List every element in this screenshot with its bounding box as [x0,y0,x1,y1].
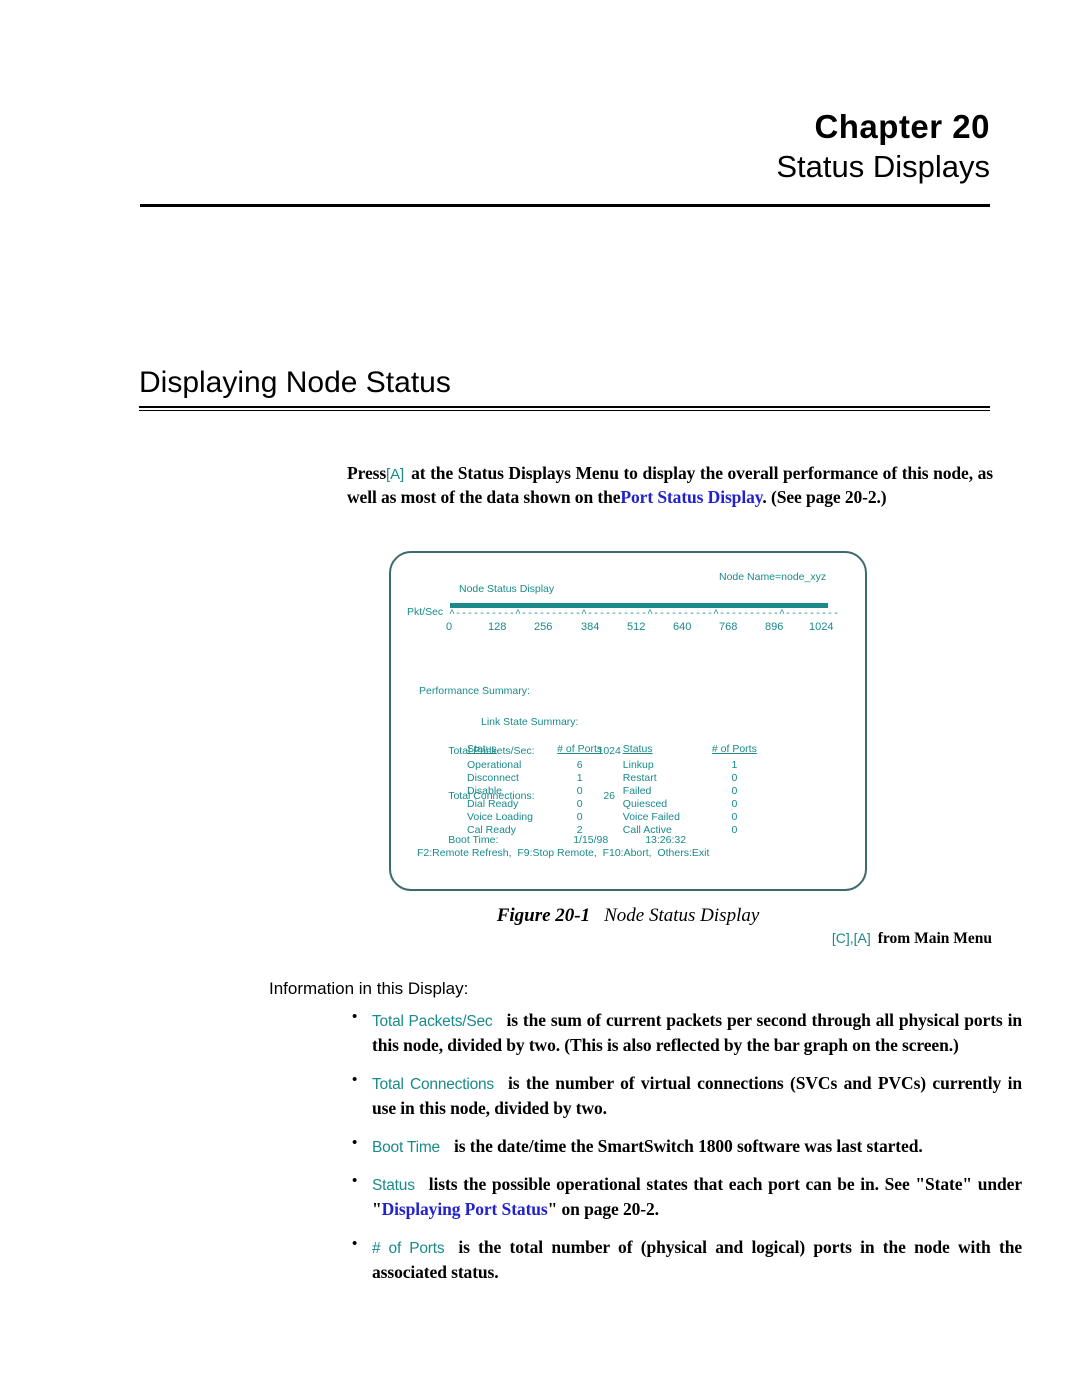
bullet-text: is the total number of (physical and log… [372,1236,1022,1282]
ports-cell: 1 [576,771,583,784]
table-gap [612,797,623,810]
document-page: Chapter 20 Status Displays Displaying No… [0,0,1080,1397]
list-item: # of Portsis the total number of (physic… [346,1234,1022,1285]
performance-summary-heading: Performance Summary: [419,685,530,698]
table-row: Disable 0 Failed 0 [467,784,767,797]
status-cell: Restart [622,771,657,784]
bullet-term: Total Connections [372,1075,494,1093]
packets-per-sec-bar [450,603,828,608]
figure-navigation-note: [C],[A] from Main Menu [620,930,992,948]
function-key-bar: F2:Remote Refresh, F9:Stop Remote, F10:A… [417,847,710,859]
terminal-screen: Node Name=node_xyz Node Status Display P… [389,551,867,891]
table-gap [612,784,623,797]
status-cell: Dial Ready [467,797,519,810]
chapter-header: Chapter 20 Status Displays [130,108,990,185]
status-cell: Voice Failed [622,810,680,823]
ports-cell: 0 [731,823,738,836]
status-cell: Operational [467,758,522,771]
table-row: Operational 6 Linkup 1 [467,758,767,771]
ports-cell: 6 [576,758,583,771]
scale-label: 896 [765,621,784,633]
page-title: Displaying Node Status [139,366,451,399]
section-divider [139,406,990,411]
status-cell: Disconnect [467,771,519,784]
ports-cell: 2 [576,823,583,836]
table-gap [612,823,623,836]
figure-caption: Figure 20-1 Node Status Display [389,905,867,927]
bullet-term: # of Ports [372,1239,445,1257]
table-gap [612,758,623,771]
figure-number: Figure 20-1 [496,905,591,926]
scale-label: 1024 [809,621,834,633]
link-state-summary-heading: Link State Summary: [481,716,579,728]
ports-cell: 1 [731,758,738,771]
terminal-display-title: Node Status Display [459,583,555,595]
chapter-number: Chapter 20 [814,108,990,145]
column-header-ports-right: # of Ports [711,743,757,755]
ports-cell: 0 [576,810,583,823]
status-cell: Failed [622,784,652,797]
status-cell: Call Active [622,823,672,836]
status-cell: Quiesced [622,797,668,810]
scale-label: 256 [534,621,553,633]
scale-label: 768 [719,621,738,633]
ports-cell: 0 [731,784,738,797]
ports-cell: 0 [731,771,738,784]
chapter-title: Status Displays [776,149,990,185]
table-header-row: Status # of Ports Status # of Ports [467,743,767,758]
intro-text-1: Press [347,462,387,483]
list-item: Total Packets/Secis the sum of current p… [346,1007,1022,1058]
key-a-badge: [A] [386,465,405,483]
intro-paragraph: Press[A] at the Status Displays Menu to d… [347,461,993,511]
column-header-ports-left: # of Ports [557,743,603,755]
list-item: Total Connectionsis the number of virtua… [346,1070,1022,1121]
link-state-summary-table: Status # of Ports Status # of Ports Oper… [467,743,767,836]
table-gap [612,743,623,758]
information-bullet-list: Total Packets/Secis the sum of current p… [346,1007,1022,1297]
intro-text-3: . (See page 20-2.) [762,487,887,508]
figure-from-label: from Main Menu [877,930,992,947]
scale-label: 512 [627,621,646,633]
bar-axis-ticks: ^----------^----------^----------^------… [449,609,839,620]
table-row: Disconnect 1 Restart 0 [467,771,767,784]
table-row: Cal Ready 2 Call Active 0 [467,823,767,836]
ports-cell: 0 [731,797,738,810]
information-lead: Information in this Display: [269,979,469,998]
status-cell: Cal Ready [467,823,517,836]
bar-axis-label: Pkt/Sec [407,606,444,618]
list-item: Statuslists the possible operational sta… [346,1171,1022,1222]
performance-row: Total Packets/Sec: 1024 [419,729,686,757]
ports-cell: 0 [576,784,583,797]
table-gap [612,810,623,823]
bullet-term: Boot Time [372,1138,440,1156]
column-header-status-left: Status [467,743,497,755]
menu-keys-badge: [C],[A] [831,930,871,946]
status-cell: Linkup [622,758,654,771]
chapter-divider [140,204,990,207]
column-header-status-right: Status [622,743,653,755]
ports-cell: 0 [576,797,583,810]
bullet-term: Total Packets/Sec [372,1013,493,1030]
ports-cell: 0 [731,810,738,823]
status-cell: Voice Loading [467,810,533,823]
bar-scale-labels: 0 128 256 384 512 640 768 896 1024 [446,621,846,635]
node-status-display-figure: Node Name=node_xyz Node Status Display P… [389,551,867,891]
scale-label: 384 [581,621,600,633]
scale-label: 0 [446,621,453,633]
table-row: Dial Ready 0 Quiesced 0 [467,797,767,810]
status-cell: Disable [467,784,503,797]
figure-title: Node Status Display [604,905,760,926]
table-gap [612,771,623,784]
terminal-node-name: Node Name=node_xyz [719,571,827,583]
link-port-status-display[interactable]: Port Status Display [620,487,762,507]
scale-label: 128 [488,621,507,633]
bullet-text-after: " on page 20-2. [547,1198,659,1219]
scale-label: 640 [673,621,692,633]
table-row: Voice Loading 0 Voice Failed 0 [467,810,767,823]
list-item: Boot Time is the date/time the SmartSwitc… [346,1133,1022,1159]
bullet-term: Status [372,1176,415,1194]
link-displaying-port-status[interactable]: Displaying Port Status [382,1199,548,1219]
bullet-text: is the date/time the SmartSwitch 1800 so… [453,1135,923,1156]
